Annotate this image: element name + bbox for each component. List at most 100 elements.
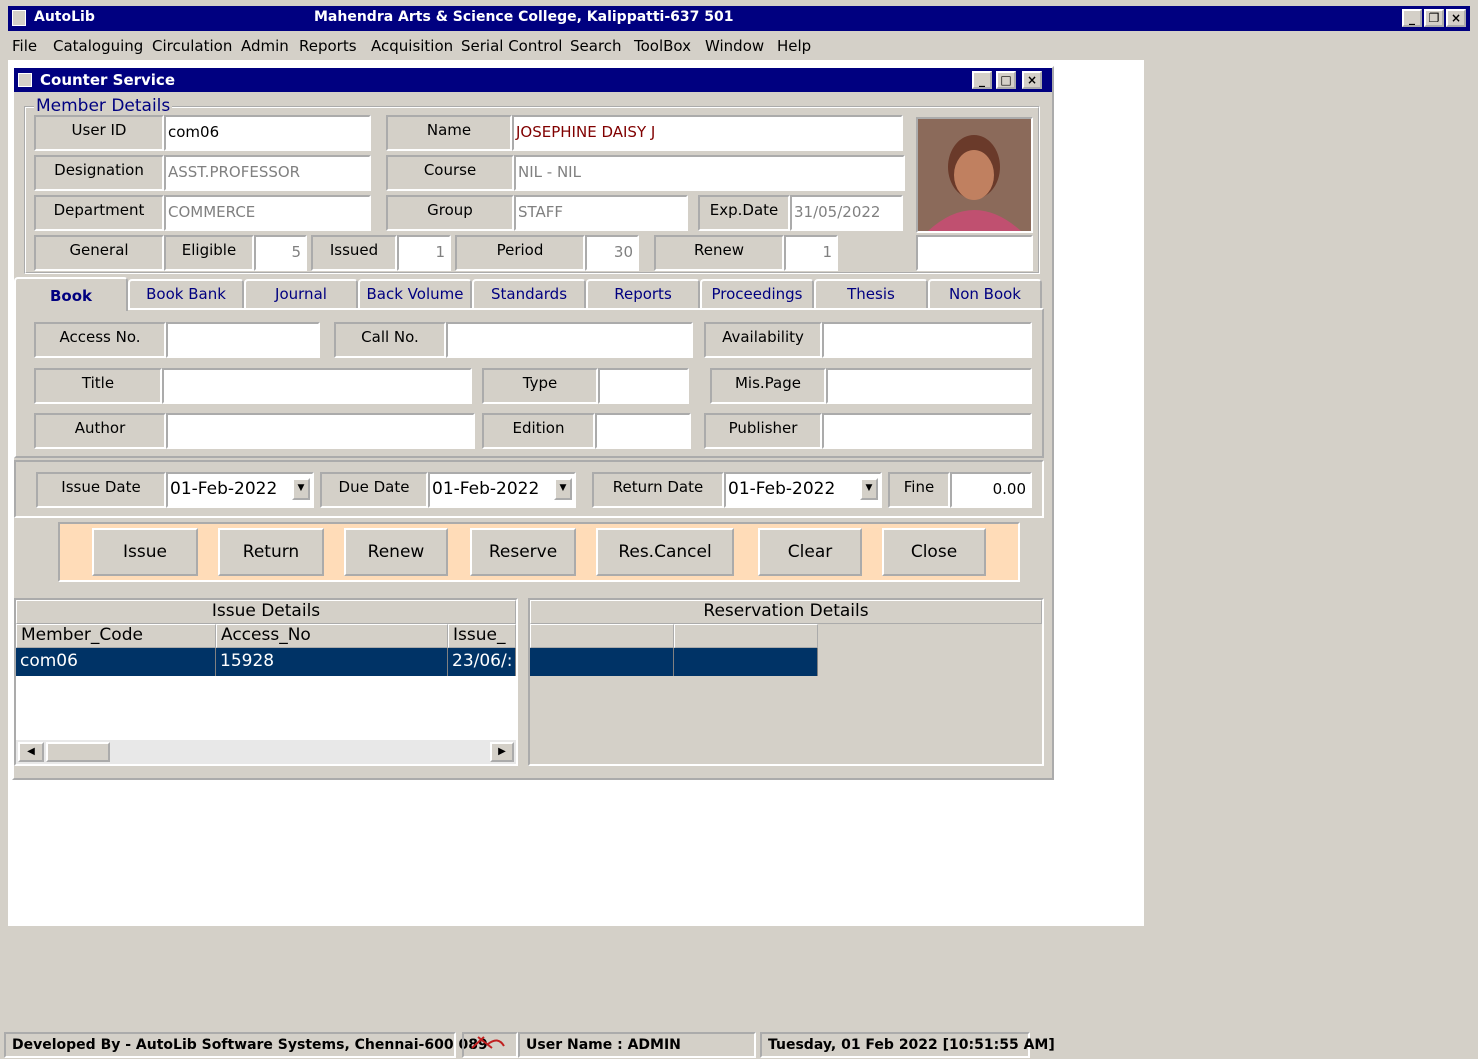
status-bar: Developed By - AutoLib Software Systems,… — [0, 1030, 1478, 1059]
publisher-field[interactable] — [822, 413, 1032, 449]
type-field[interactable] — [598, 368, 689, 404]
due-date-dropdown-icon[interactable]: ▼ — [554, 478, 572, 500]
exp-date-label: Exp.Date — [698, 195, 790, 231]
issue-details-grid: Issue Details Member_Code Access_No Issu… — [14, 598, 518, 766]
column-issue-date[interactable]: Issue_ — [448, 624, 516, 648]
fine-field[interactable]: 0.00 — [950, 472, 1032, 508]
menu-toolbox[interactable]: ToolBox — [634, 37, 691, 55]
renew-value[interactable]: 1 — [784, 235, 838, 271]
access-no-label: Access No. — [34, 322, 166, 358]
eligible-value[interactable]: 5 — [254, 235, 307, 271]
window-title: Counter Service — [40, 71, 175, 89]
return-date-picker[interactable]: 01-Feb-2022 ▼ — [724, 472, 882, 508]
name-field[interactable]: JOSEPHINE DAISY J — [512, 115, 903, 151]
status-logo — [462, 1032, 518, 1058]
mis-page-label: Mis.Page — [710, 368, 826, 404]
availability-label: Availability — [704, 322, 822, 358]
return-button[interactable]: Return — [218, 528, 324, 576]
menu-cataloguing[interactable]: Cataloguing — [53, 37, 143, 55]
tab-standards[interactable]: Standards — [472, 279, 586, 309]
menu-bar: File Cataloguing Circulation Admin Repor… — [8, 33, 1470, 59]
due-date-picker[interactable]: 01-Feb-2022 ▼ — [428, 472, 576, 508]
renew-button[interactable]: Renew — [344, 528, 448, 576]
department-field[interactable]: COMMERCE — [164, 195, 371, 231]
mis-page-field[interactable] — [826, 368, 1032, 404]
course-field[interactable]: NIL - NIL — [514, 155, 905, 191]
issue-grid-blank-area — [16, 676, 516, 740]
edition-field[interactable] — [595, 413, 691, 449]
return-date-dropdown-icon[interactable]: ▼ — [860, 478, 878, 500]
period-value[interactable]: 30 — [585, 235, 639, 271]
menu-circulation[interactable]: Circulation — [152, 37, 232, 55]
child-close-button[interactable]: × — [1022, 71, 1042, 89]
window-icon — [18, 73, 32, 87]
counter-service-title-bar: Counter Service _ □ × — [14, 68, 1052, 92]
child-minimize-button[interactable]: _ — [972, 71, 992, 89]
user-id-field[interactable]: com06 — [164, 115, 371, 151]
tab-back-volume[interactable]: Back Volume — [358, 279, 472, 309]
menu-serial-control[interactable]: Serial Control — [461, 37, 562, 55]
child-maximize-button[interactable]: □ — [996, 71, 1016, 89]
return-date-value: 01-Feb-2022 — [728, 479, 836, 499]
column-member-code[interactable]: Member_Code — [16, 624, 216, 648]
table-row-member-code[interactable]: com06 — [16, 648, 216, 676]
availability-field[interactable] — [822, 322, 1032, 358]
name-label: Name — [386, 115, 512, 151]
issue-date-dropdown-icon[interactable]: ▼ — [292, 478, 310, 500]
tab-book[interactable]: Book — [14, 277, 128, 311]
menu-reports[interactable]: Reports — [299, 37, 357, 55]
issued-label: Issued — [311, 235, 397, 271]
reservation-row-cell-2[interactable] — [674, 648, 818, 676]
minimize-button[interactable]: _ — [1402, 9, 1422, 27]
designation-field[interactable]: ASST.PROFESSOR — [164, 155, 371, 191]
tab-proceedings[interactable]: Proceedings — [700, 279, 814, 309]
fine-label: Fine — [888, 472, 950, 508]
menu-admin[interactable]: Admin — [241, 37, 289, 55]
menu-acquisition[interactable]: Acquisition — [371, 37, 453, 55]
exp-date-field[interactable]: 31/05/2022 — [790, 195, 903, 231]
user-id-label: User ID — [34, 115, 164, 151]
restore-button[interactable]: ❐ — [1424, 9, 1444, 27]
reservation-row-cell-1[interactable] — [530, 648, 674, 676]
column-access-no[interactable]: Access_No — [216, 624, 448, 648]
tab-journal[interactable]: Journal — [244, 279, 358, 309]
issued-value[interactable]: 1 — [397, 235, 451, 271]
reserve-button[interactable]: Reserve — [470, 528, 576, 576]
status-developer: Developed By - AutoLib Software Systems,… — [4, 1032, 488, 1058]
table-row-access-no[interactable]: 15928 — [216, 648, 448, 676]
group-label: Group — [386, 195, 514, 231]
scroll-left-icon[interactable]: ◀ — [18, 742, 44, 762]
issue-button[interactable]: Issue — [92, 528, 198, 576]
close-app-button[interactable]: × — [1446, 9, 1466, 27]
menu-window[interactable]: Window — [705, 37, 764, 55]
member-photo-image — [918, 119, 1031, 231]
horizontal-scrollbar[interactable]: ◀ ▶ — [16, 740, 516, 764]
clear-button[interactable]: Clear — [758, 528, 862, 576]
issue-date-label: Issue Date — [36, 472, 166, 508]
call-no-field[interactable] — [446, 322, 693, 358]
app-icon — [12, 10, 26, 26]
group-field[interactable]: STAFF — [514, 195, 688, 231]
author-field[interactable] — [166, 413, 475, 449]
member-extra-field[interactable] — [916, 235, 1033, 271]
scroll-thumb[interactable] — [46, 742, 110, 762]
menu-help[interactable]: Help — [777, 37, 811, 55]
menu-file[interactable]: File — [12, 37, 37, 55]
menu-search[interactable]: Search — [570, 37, 622, 55]
tab-reports[interactable]: Reports — [586, 279, 700, 309]
issue-date-picker[interactable]: 01-Feb-2022 ▼ — [166, 472, 314, 508]
tab-non-book[interactable]: Non Book — [928, 279, 1042, 309]
title-field[interactable] — [162, 368, 472, 404]
access-no-field[interactable] — [166, 322, 320, 358]
college-title: Mahendra Arts & Science College, Kalippa… — [314, 9, 734, 25]
tab-thesis[interactable]: Thesis — [814, 279, 928, 309]
table-row-issue-date[interactable]: 23/06/: — [448, 648, 516, 676]
reservation-column-1[interactable] — [530, 624, 674, 648]
autolib-logo-icon — [471, 1036, 505, 1049]
scroll-right-icon[interactable]: ▶ — [490, 742, 514, 762]
tab-book-bank[interactable]: Book Bank — [128, 279, 244, 309]
status-user: User Name : ADMIN — [518, 1032, 756, 1058]
close-button[interactable]: Close — [882, 528, 986, 576]
reservation-column-2[interactable] — [674, 624, 818, 648]
res-cancel-button[interactable]: Res.Cancel — [596, 528, 734, 576]
